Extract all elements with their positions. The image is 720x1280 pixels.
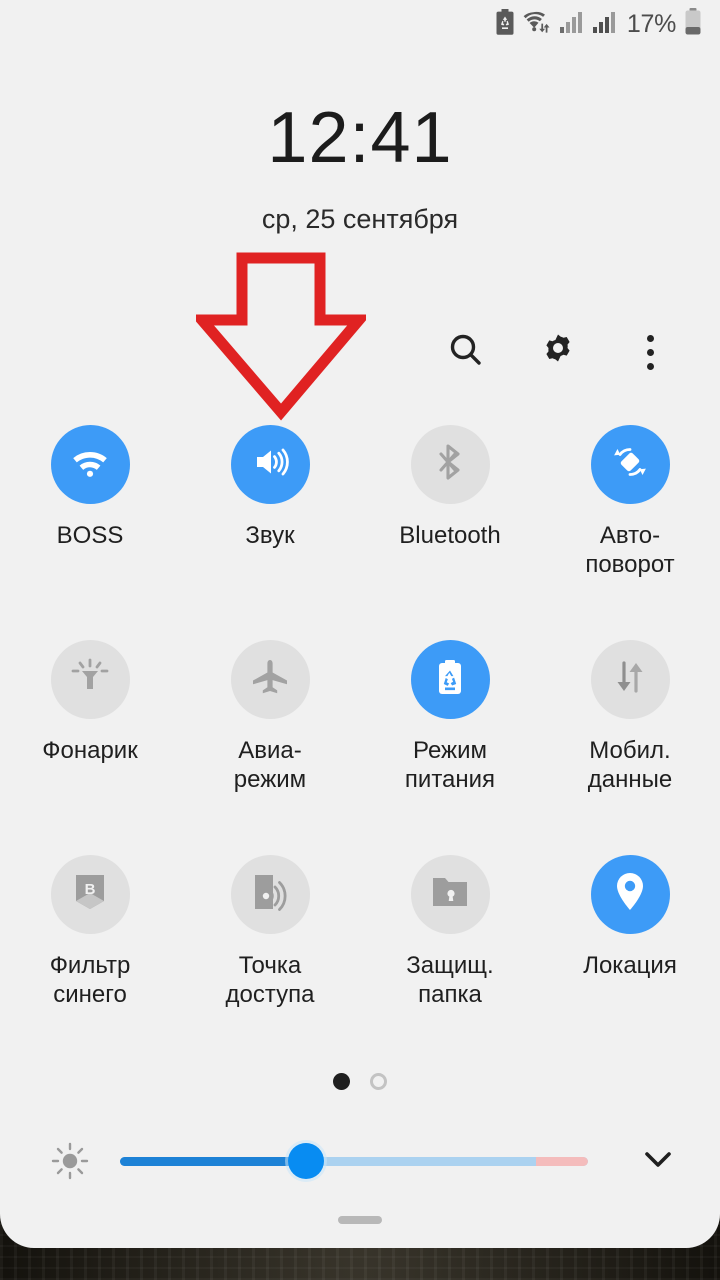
annotation-arrow-down	[196, 252, 366, 421]
signal-sim2-icon	[592, 9, 618, 40]
toggle-label: Звук	[245, 522, 295, 549]
brightness-slider[interactable]	[120, 1143, 588, 1179]
toggle-mobile-data[interactable]: Мобил. данные	[540, 640, 720, 855]
toggle-label: Точка доступа	[225, 952, 315, 1008]
toggle-auto-rotate[interactable]: Авто- поворот	[540, 425, 720, 640]
toggle-blue-light-filter[interactable]: B Фильтр синего	[0, 855, 180, 1070]
search-icon	[446, 330, 486, 375]
hotspot-icon	[251, 872, 289, 917]
toggle-label: BOSS	[56, 522, 124, 549]
toggle-bubble	[410, 425, 490, 504]
toggle-bubble	[590, 640, 670, 719]
toggle-bubble	[410, 640, 490, 719]
toggle-bubble	[590, 425, 670, 504]
toggle-label: Фильтр синего	[49, 952, 131, 1008]
sound-icon	[248, 440, 292, 489]
toggle-bubble	[230, 425, 310, 504]
airplane-icon	[249, 656, 291, 703]
power-mode-icon	[430, 657, 470, 702]
toggle-location[interactable]: Локация	[540, 855, 720, 1070]
mobile-data-icon	[610, 657, 650, 702]
chevron-down-icon	[638, 1139, 678, 1184]
clock-time[interactable]: 12:41	[0, 102, 720, 174]
status-bar: 17%	[0, 0, 720, 48]
brightness-bar	[0, 1134, 720, 1188]
quick-toggle-grid: BOSS Звук Bluetooth Авто- поворот Фонари…	[0, 425, 720, 1070]
expand-panel-button[interactable]	[634, 1137, 682, 1185]
settings-button[interactable]	[534, 328, 582, 376]
phone-screen: 17% 12:41 ср, 25 сентября BOSS Звук Blue…	[0, 0, 720, 1280]
toggle-label: Авто- поворот	[585, 522, 675, 578]
toggle-bubble	[590, 855, 670, 934]
toggle-sound[interactable]: Звук	[180, 425, 360, 640]
location-pin-icon	[612, 870, 648, 919]
toggle-label: Защищ. папка	[406, 952, 494, 1008]
toggle-bubble	[230, 855, 310, 934]
secure-folder-icon	[430, 874, 470, 915]
gear-icon	[538, 330, 578, 375]
toggle-label: Bluetooth	[399, 522, 501, 549]
toggle-secure-folder[interactable]: Защищ. папка	[360, 855, 540, 1070]
toggle-hotspot[interactable]: Точка доступа	[180, 855, 360, 1070]
auto-rotate-icon	[609, 441, 651, 488]
slider-thumb[interactable]	[288, 1143, 324, 1179]
toggle-wifi[interactable]: BOSS	[0, 425, 180, 640]
slider-warning-zone	[536, 1156, 588, 1166]
wifi-icon	[68, 440, 112, 489]
wifi-icon	[522, 9, 552, 40]
toggle-bubble	[410, 855, 490, 934]
battery-saver-icon	[495, 8, 515, 40]
brightness-icon[interactable]	[42, 1139, 98, 1183]
toggle-label: Локация	[583, 952, 677, 979]
toggle-label: Мобил. данные	[587, 737, 673, 793]
toggle-power-mode[interactable]: Режим питания	[360, 640, 540, 855]
page-dot-2[interactable]	[370, 1073, 387, 1090]
toggle-flashlight[interactable]: Фонарик	[0, 640, 180, 855]
toggle-label: Режим питания	[404, 737, 496, 793]
svg-text:B: B	[85, 881, 96, 898]
blue-light-icon: B	[72, 872, 108, 917]
battery-percentage: 17%	[626, 9, 676, 38]
toggle-label: Фонарик	[42, 737, 138, 764]
toggle-airplane-mode[interactable]: Авиа- режим	[180, 640, 360, 855]
panel-actions	[442, 328, 674, 376]
clock-date[interactable]: ср, 25 сентября	[0, 206, 720, 233]
quick-settings-panel: 17% 12:41 ср, 25 сентября BOSS Звук Blue…	[0, 0, 720, 1248]
signal-sim1-icon	[559, 9, 585, 40]
toggle-bubble: B	[50, 855, 130, 934]
bluetooth-icon	[430, 442, 470, 487]
toggle-bubble	[50, 425, 130, 504]
search-button[interactable]	[442, 328, 490, 376]
page-dot-1[interactable]	[333, 1073, 350, 1090]
flashlight-icon	[70, 657, 110, 702]
toggle-bubble	[230, 640, 310, 719]
home-indicator[interactable]	[338, 1216, 382, 1224]
overflow-menu-icon	[646, 334, 654, 370]
slider-fill	[120, 1156, 310, 1166]
more-options-button[interactable]	[626, 328, 674, 376]
toggle-bubble	[50, 640, 130, 719]
battery-low-icon	[684, 7, 702, 41]
toggle-label: Авиа- режим	[233, 737, 307, 793]
page-indicator	[0, 1073, 720, 1090]
toggle-bluetooth[interactable]: Bluetooth	[360, 425, 540, 640]
